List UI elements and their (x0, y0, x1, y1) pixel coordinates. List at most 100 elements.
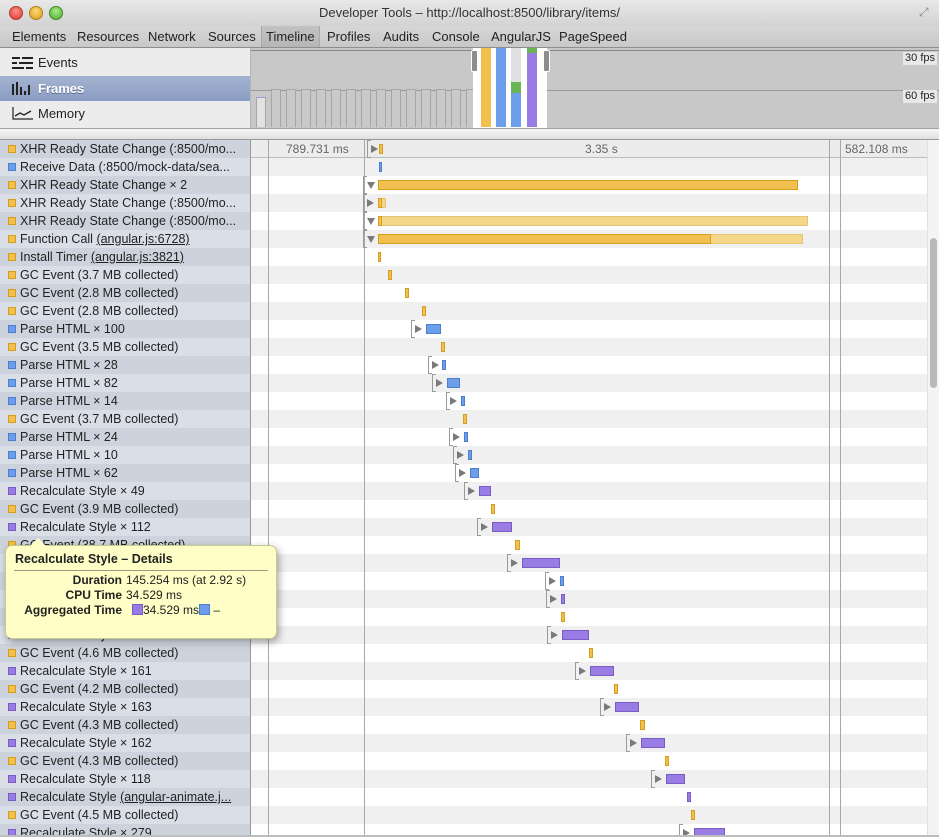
record-bar[interactable] (590, 666, 614, 676)
graph-row[interactable] (251, 500, 927, 518)
record-row[interactable]: Recalculate Style × 163 (0, 698, 250, 716)
frame-bar[interactable] (436, 89, 446, 127)
collapse-triangle-icon[interactable] (367, 218, 375, 225)
graph-row[interactable] (251, 464, 927, 482)
frame-bar[interactable] (346, 89, 356, 127)
expand-triangle-icon[interactable] (371, 145, 378, 153)
record-bar[interactable] (515, 540, 520, 550)
frame-bar[interactable] (361, 89, 371, 127)
record-bar[interactable] (665, 756, 669, 766)
scroll-thumb[interactable] (930, 238, 937, 388)
graph-row[interactable] (251, 734, 927, 752)
record-row[interactable]: Parse HTML × 62 (0, 464, 250, 482)
record-bar[interactable] (378, 198, 382, 208)
graph-row[interactable] (251, 428, 927, 446)
record-bar[interactable] (379, 144, 383, 154)
frame-bar[interactable] (316, 89, 326, 127)
record-row[interactable]: GC Event (4.3 MB collected) (0, 716, 250, 734)
record-bar[interactable] (461, 396, 465, 406)
record-row[interactable]: Recalculate Style × 112 (0, 518, 250, 536)
record-bar[interactable] (666, 774, 685, 784)
record-bar[interactable] (463, 414, 467, 424)
frame-bar[interactable] (406, 89, 416, 127)
source-link[interactable]: (angular-animate.j... (120, 790, 231, 804)
expand-triangle-icon[interactable] (481, 523, 488, 531)
record-bar[interactable] (560, 576, 564, 586)
expand-triangle-icon[interactable] (511, 559, 518, 567)
record-bar[interactable] (479, 486, 491, 496)
record-row[interactable]: XHR Ready State Change (:8500/mo... (0, 194, 250, 212)
frame-bar-segment[interactable] (496, 48, 506, 127)
frame-bar-segment[interactable] (511, 48, 521, 82)
record-bar[interactable] (615, 702, 639, 712)
record-row[interactable]: Recalculate Style × 49 (0, 482, 250, 500)
record-row[interactable]: GC Event (2.8 MB collected) (0, 302, 250, 320)
record-bar[interactable] (589, 648, 593, 658)
record-row[interactable]: Recalculate Style (angular-animate.j... (0, 788, 250, 806)
record-row[interactable]: XHR Ready State Change (:8500/mo... (0, 212, 250, 230)
tab-elements[interactable]: Elements (8, 26, 70, 47)
graph-scrollbar[interactable] (927, 140, 939, 837)
record-row[interactable]: GC Event (3.9 MB collected) (0, 500, 250, 518)
record-bar-aggregate[interactable] (378, 216, 808, 226)
record-bar[interactable] (468, 450, 472, 460)
record-bar[interactable] (422, 306, 426, 316)
graph-row[interactable] (251, 536, 927, 554)
tab-sources[interactable]: Sources (204, 26, 260, 47)
timeline-graph[interactable]: 789.731 ms 3.35 s 582.108 ms (251, 140, 927, 837)
record-bar[interactable] (378, 180, 798, 190)
source-link[interactable]: (angular.js:3821) (91, 250, 184, 264)
record-bar[interactable] (379, 162, 382, 172)
selection-right-handle[interactable] (543, 50, 550, 72)
collapse-triangle-icon[interactable] (367, 182, 375, 189)
tab-audits[interactable]: Audits (379, 26, 423, 47)
record-row[interactable]: GC Event (4.2 MB collected) (0, 680, 250, 698)
graph-row[interactable] (251, 338, 927, 356)
expand-triangle-icon[interactable] (549, 577, 556, 585)
expand-triangle-icon[interactable] (450, 397, 457, 405)
fullscreen-icon[interactable]: ⤢ (919, 5, 933, 19)
tab-timeline[interactable]: Timeline (261, 26, 320, 47)
tab-pagespeed[interactable]: PageSpeed (555, 26, 631, 47)
record-row[interactable]: Function Call (angular.js:6728) (0, 230, 250, 248)
graph-row[interactable] (251, 572, 927, 590)
record-bar[interactable] (405, 288, 409, 298)
record-bar[interactable] (561, 594, 565, 604)
graph-row[interactable] (251, 356, 927, 374)
record-row[interactable]: GC Event (4.6 MB collected) (0, 644, 250, 662)
record-row[interactable]: GC Event (4.5 MB collected) (0, 806, 250, 824)
record-bar[interactable] (442, 360, 446, 370)
tab-angularjs[interactable]: AngularJS (487, 26, 555, 47)
expand-triangle-icon[interactable] (550, 595, 557, 603)
tab-network[interactable]: Network (144, 26, 200, 47)
frame-bar-segment[interactable] (527, 48, 537, 53)
frame-bar-segment[interactable] (481, 48, 491, 127)
record-bar[interactable] (426, 324, 441, 334)
record-bar[interactable] (447, 378, 460, 388)
graph-row[interactable] (251, 662, 927, 680)
graph-row[interactable] (251, 158, 927, 176)
record-bar[interactable] (378, 216, 382, 226)
record-row[interactable]: Parse HTML × 100 (0, 320, 250, 338)
graph-row[interactable] (251, 698, 927, 716)
frame-bar-segment[interactable] (527, 53, 537, 127)
expand-triangle-icon[interactable] (415, 325, 422, 333)
frame-bar[interactable] (376, 89, 386, 127)
record-row[interactable]: Recalculate Style × 118 (0, 770, 250, 788)
graph-row[interactable] (251, 410, 927, 428)
expand-triangle-icon[interactable] (453, 433, 460, 441)
overview-item-events[interactable]: Events (0, 50, 250, 75)
graph-row[interactable] (251, 248, 927, 266)
graph-row[interactable] (251, 590, 927, 608)
graph-row[interactable] (251, 482, 927, 500)
record-row[interactable]: Recalculate Style × 161 (0, 662, 250, 680)
graph-row[interactable] (251, 716, 927, 734)
record-bar[interactable] (562, 630, 589, 640)
record-row[interactable]: GC Event (3.7 MB collected) (0, 410, 250, 428)
record-bar[interactable] (491, 504, 495, 514)
record-row[interactable]: Parse HTML × 82 (0, 374, 250, 392)
frame-bar-segment[interactable] (511, 82, 521, 93)
record-row[interactable]: Receive Data (:8500/mock-data/sea... (0, 158, 250, 176)
collapse-triangle-icon[interactable] (367, 236, 375, 243)
record-bar[interactable] (641, 738, 665, 748)
